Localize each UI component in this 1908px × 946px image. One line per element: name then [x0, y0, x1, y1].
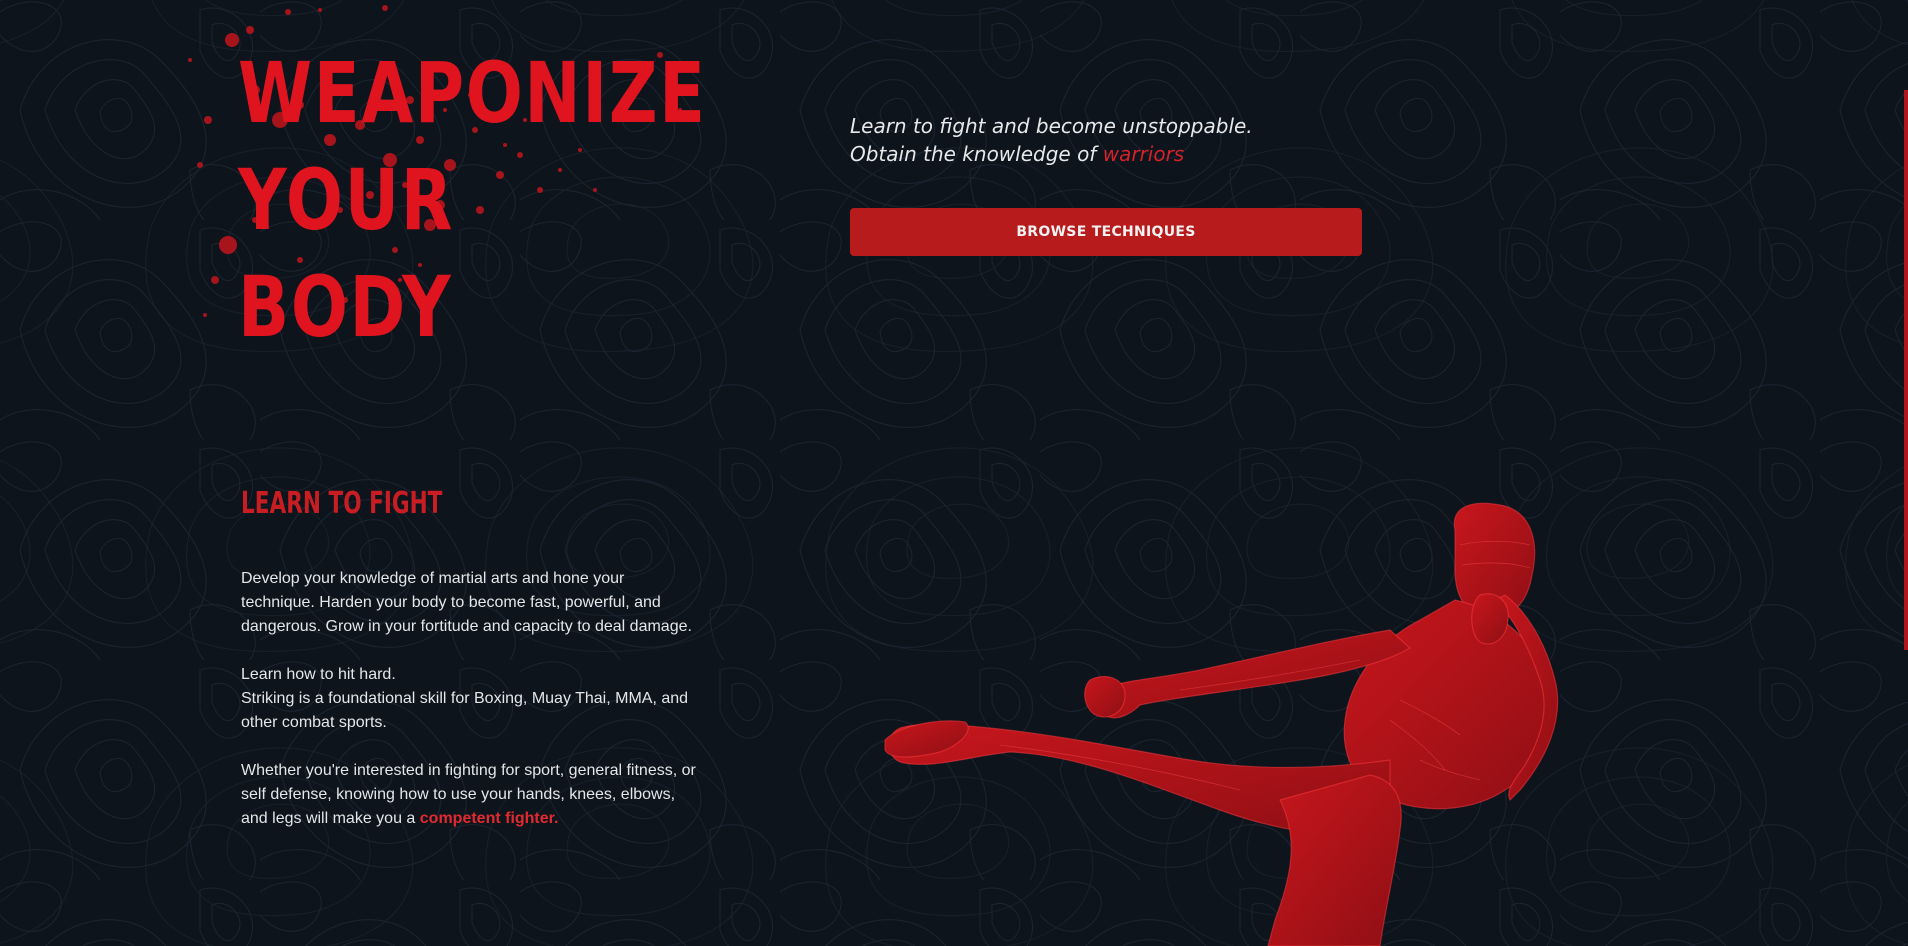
scroll-indicator[interactable]	[1904, 90, 1908, 650]
tagline-line-2-prefix: Obtain the knowledge of	[850, 142, 1103, 166]
hero-title: WEAPONIZE YOUR BODY	[238, 40, 707, 361]
tagline-accent-warriors: warriors	[1102, 142, 1185, 166]
browse-techniques-button[interactable]: BROWSE TECHNIQUES	[850, 208, 1362, 256]
paragraph-1: Develop your knowledge of martial arts a…	[241, 570, 692, 635]
hero-title-line-3: BODY	[238, 258, 453, 356]
paragraph-2: Learn how to hit hard. Striking is a fou…	[241, 663, 701, 735]
landing-page: WEAPONIZE YOUR BODY Learn to fight and b…	[0, 0, 1908, 946]
paragraph-2-line-1: Learn how to hit hard.	[241, 666, 396, 683]
hero-title-line-2: YOUR	[238, 151, 455, 249]
section-body: Develop your knowledge of martial arts a…	[241, 567, 701, 855]
paragraph-2-line-2: Striking is a foundational skill for Box…	[241, 690, 689, 731]
section-title: LEARN TO FIGHT	[241, 486, 443, 521]
hero-title-line-1: WEAPONIZE	[238, 44, 707, 142]
tagline-line-1: Learn to fight and become unstoppable.	[850, 114, 1253, 138]
tagline: Learn to fight and become unstoppable. O…	[850, 112, 1253, 168]
paragraph-3: Whether you're interested in fighting fo…	[241, 759, 701, 831]
competent-fighter-link[interactable]: competent fighter.	[420, 810, 559, 827]
